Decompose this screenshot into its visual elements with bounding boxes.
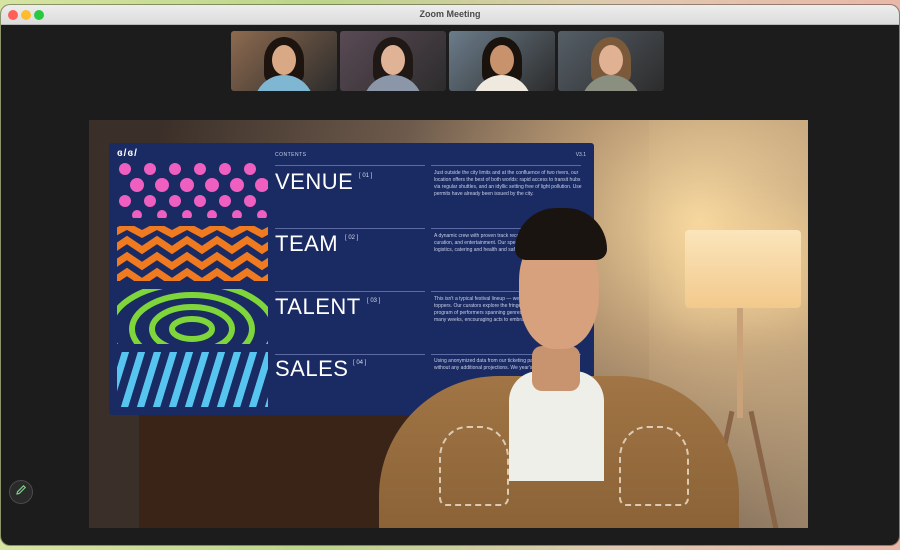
participant-face — [490, 45, 514, 75]
section-number-sales: [ 04 ] — [353, 360, 367, 366]
talent-pattern — [117, 289, 268, 344]
section-label-sales: SALES — [275, 356, 349, 381]
participant-tile[interactable] — [340, 31, 446, 91]
title-bar[interactable]: Zoom Meeting — [1, 5, 899, 25]
annotate-button[interactable] — [9, 480, 33, 504]
zoom-window: Zoom Meeting ɞ/ɞ/ CONTENTS V3.1 VENUE [… — [1, 5, 899, 545]
section-description-venue: Just outside the city limits and at the … — [434, 170, 582, 197]
section-label-talent: TALENT — [275, 294, 361, 319]
participant-tile[interactable] — [449, 31, 555, 91]
section-number-venue: [ 01 ] — [359, 173, 373, 179]
team-pattern — [117, 226, 268, 281]
participant-face — [272, 45, 296, 75]
participant-tile[interactable] — [231, 31, 337, 91]
window-title: Zoom Meeting — [419, 9, 481, 19]
venue-pattern — [117, 163, 268, 218]
participant-tile[interactable] — [558, 31, 664, 91]
section-label-team: TEAM — [275, 231, 339, 256]
participant-face — [381, 45, 405, 75]
active-speaker-video[interactable]: ɞ/ɞ/ CONTENTS V3.1 VENUE [ 01 ] Just out… — [89, 120, 808, 528]
sales-pattern — [117, 352, 268, 407]
pencil-icon — [15, 483, 27, 501]
slide-logo: ɞ/ɞ/ — [117, 148, 138, 159]
participant-strip — [231, 31, 665, 91]
presenter — [379, 196, 808, 528]
slide-version: V3.1 — [575, 152, 586, 158]
section-number-team: [ 02 ] — [345, 235, 359, 241]
section-label-venue: VENUE — [275, 169, 354, 194]
slide-heading: CONTENTS — [275, 152, 307, 158]
participant-face — [599, 45, 623, 75]
